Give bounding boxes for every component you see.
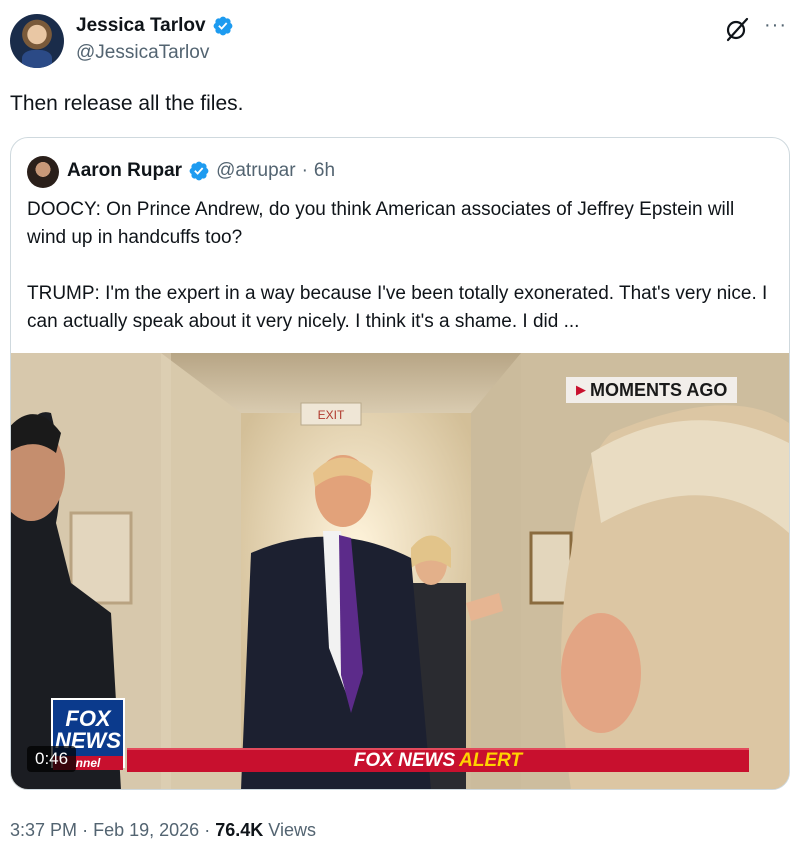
quoted-tweet-age[interactable]: 6h bbox=[314, 158, 335, 184]
alert-brand: FOX NEWS bbox=[353, 750, 456, 771]
author-handle[interactable]: @JessicaTarlov bbox=[76, 41, 209, 65]
author-name-row[interactable]: Jessica Tarlov bbox=[76, 14, 234, 38]
tweet-date[interactable]: Feb 19, 2026 bbox=[93, 820, 199, 840]
quoted-author-handle[interactable]: @atrupar bbox=[216, 158, 296, 184]
quoted-author-avatar[interactable] bbox=[27, 156, 59, 188]
quoted-author-name[interactable]: Aaron Rupar bbox=[67, 158, 182, 184]
tweet-text: Then release all the files. bbox=[10, 92, 244, 115]
separator-dot: · bbox=[82, 820, 89, 840]
quoted-tweet-text: DOOCY: On Prince Andrew, do you think Am… bbox=[27, 199, 768, 332]
quoted-tweet[interactable]: Aaron Rupar @atrupar · 6h DOOCY: On Prin… bbox=[10, 137, 790, 790]
author-avatar[interactable] bbox=[10, 14, 64, 68]
quoted-tweet-header: Aaron Rupar @atrupar · 6h bbox=[67, 158, 335, 184]
video-duration: 0:46 bbox=[27, 746, 77, 772]
views-label: Views bbox=[268, 820, 316, 840]
alert-word: ALERT bbox=[459, 750, 523, 771]
verified-badge-icon bbox=[189, 161, 209, 181]
separator-dot: · bbox=[204, 820, 211, 840]
separator-dot: · bbox=[301, 160, 308, 181]
play-triangle-icon: ▶ bbox=[576, 382, 586, 397]
video-player[interactable]: EXIT ▶ MOMENTS AGO FOX NEWS nnel FOX NEW… bbox=[11, 353, 789, 789]
tweet-time[interactable]: 3:37 PM bbox=[10, 820, 77, 840]
verified-badge-icon bbox=[213, 16, 232, 36]
fox-news-alert-bar: FOX NEWS ALERT bbox=[127, 748, 749, 772]
more-icon[interactable]: ··· bbox=[764, 14, 787, 36]
moments-ago-badge: ▶ MOMENTS AGO bbox=[566, 377, 738, 403]
author-name[interactable]: Jessica Tarlov bbox=[76, 14, 206, 38]
video-frame: EXIT bbox=[11, 353, 789, 789]
grok-icon[interactable] bbox=[724, 16, 750, 42]
views-count[interactable]: 76.4K bbox=[215, 820, 263, 840]
tweet-meta: 3:37 PM · Feb 19, 2026 · 76.4K Views bbox=[10, 818, 316, 842]
moments-ago-label: MOMENTS AGO bbox=[590, 380, 728, 400]
exit-sign: EXIT bbox=[318, 408, 345, 422]
